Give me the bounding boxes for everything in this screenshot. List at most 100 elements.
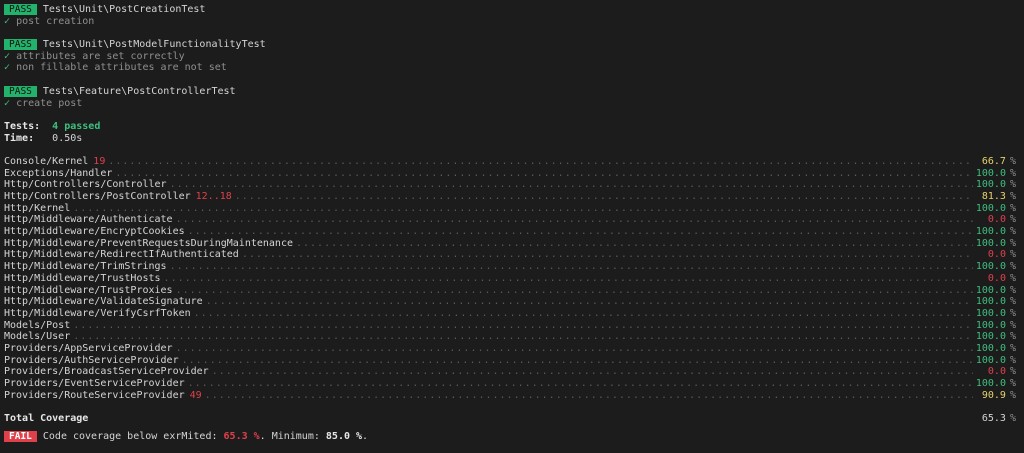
dot-leader xyxy=(170,261,973,273)
coverage-row: Providers/RouteServiceProvider 49 90.9% xyxy=(4,390,1018,402)
dot-leader xyxy=(73,203,973,215)
dot-leader xyxy=(170,179,973,191)
test-case: post creation xyxy=(16,15,95,27)
dot-leader xyxy=(176,343,973,355)
coverage-percent-unit: % xyxy=(1009,284,1016,296)
coverage-percent: 100.0 xyxy=(975,307,1006,319)
uncovered-lines: 12..18 xyxy=(195,191,232,202)
coverage-percent-unit: % xyxy=(1009,272,1016,284)
coverage-percent: 100.0 xyxy=(975,378,1006,389)
failure-middle: . Minimum: xyxy=(259,430,320,442)
test-suite: PASS Tests\Unit\PostModelFunctionalityTes… xyxy=(4,39,1018,74)
total-coverage-pct: 65.3 xyxy=(981,413,1006,425)
coverage-row: Http/Middleware/VerifyCsrfToken 100.0% xyxy=(4,308,1018,320)
dot-leader xyxy=(176,285,973,297)
total-coverage-label: Total Coverage xyxy=(4,413,89,425)
coverage-percent-unit: % xyxy=(1009,237,1016,249)
coverage-row: Exceptions/Handler 100.0% xyxy=(4,168,1018,180)
coverage-percent: 100.0 xyxy=(975,284,1006,296)
coverage-percent-unit: % xyxy=(1009,155,1016,167)
coverage-file-name: Http/Middleware/PreventRequestsDuringMai… xyxy=(4,237,293,249)
coverage-row: Http/Middleware/RedirectIfAuthenticated 0… xyxy=(4,249,1018,261)
coverage-percent: 100.0 xyxy=(975,319,1006,331)
coverage-percent-unit: % xyxy=(1009,296,1016,308)
time-summary: Time: 0.50s xyxy=(4,133,1018,145)
coverage-file-name: Http/Middleware/ValidateSignature xyxy=(4,296,203,308)
coverage-percent-unit: % xyxy=(1009,331,1016,343)
dot-leader xyxy=(296,238,973,250)
dot-leader xyxy=(205,390,973,402)
coverage-percent: 100.0 xyxy=(975,342,1006,354)
coverage-file-name: Http/Middleware/TrustProxies xyxy=(4,284,173,296)
failure-actual: 65.3 % xyxy=(223,430,260,442)
coverage-file-name: Http/Controllers/Controller xyxy=(4,179,167,191)
coverage-file-name: Providers/BroadcastServiceProvider xyxy=(4,366,209,378)
coverage-file-name: Http/Kernel xyxy=(4,202,71,214)
coverage-percent: 100.0 xyxy=(975,296,1006,308)
dot-leader xyxy=(73,320,973,332)
coverage-file-name: Providers/EventServiceProvider xyxy=(4,378,185,389)
coverage-file-name: Http/Middleware/EncryptCookies xyxy=(4,226,185,238)
coverage-failure: FAIL Code coverage below exrMited: 65.3 %… xyxy=(4,431,1018,443)
time-label: Time: xyxy=(4,132,35,144)
coverage-file-name: Exceptions/Handler xyxy=(4,167,113,179)
coverage-row: Providers/AuthServiceProvider 100.0% xyxy=(4,355,1018,367)
test-suite: PASS Tests\Feature\PostControllerTest ✓ c… xyxy=(4,86,1018,109)
test-case: non fillable attributes are not set xyxy=(16,62,227,74)
coverage-percent: 66.7 xyxy=(981,155,1006,167)
coverage-percent: 100.0 xyxy=(975,202,1006,214)
coverage-row: Providers/EventServiceProvider 100.0% xyxy=(4,378,1018,390)
total-coverage: Total Coverage 65.3 % xyxy=(4,413,1018,425)
tests-summary: Tests: 4 passed xyxy=(4,121,1018,133)
suite-name: Tests\Feature\PostControllerTest xyxy=(42,85,236,97)
coverage-percent-unit: % xyxy=(1009,342,1016,354)
coverage-file-name: Providers/AuthServiceProvider xyxy=(4,354,179,366)
coverage-percent: 0.0 xyxy=(987,214,1006,226)
coverage-row: Http/Middleware/TrimStrings 100.0% xyxy=(4,261,1018,273)
coverage-row: Http/Controllers/Controller 100.0% xyxy=(4,179,1018,191)
coverage-percent: 100.0 xyxy=(975,331,1006,343)
coverage-file-name: Http/Middleware/TrimStrings xyxy=(4,261,167,273)
test-suite: PASS Tests\Unit\PostCreationTest ✓ post c… xyxy=(4,4,1018,27)
coverage-file-name: Providers/RouteServiceProvider xyxy=(4,389,185,401)
coverage-percent-unit: % xyxy=(1009,191,1016,202)
dot-leader xyxy=(194,308,973,320)
coverage-percent-unit: % xyxy=(1009,389,1016,401)
coverage-row: Providers/AppServiceProvider 100.0% xyxy=(4,343,1018,355)
coverage-percent-unit: % xyxy=(1009,202,1016,214)
coverage-file-name: Providers/AppServiceProvider xyxy=(4,342,173,354)
coverage-row: Http/Middleware/TrustProxies 100.0% xyxy=(4,285,1018,297)
coverage-percent-unit: % xyxy=(1009,378,1016,389)
coverage-percent-unit: % xyxy=(1009,249,1016,261)
coverage-row: Models/Post 100.0% xyxy=(4,320,1018,332)
coverage-file-name: Http/Controllers/PostController xyxy=(4,191,191,202)
coverage-row: Http/Middleware/EncryptCookies 100.0% xyxy=(4,226,1018,238)
coverage-percent-unit: % xyxy=(1009,366,1016,378)
coverage-percent-unit: % xyxy=(1009,261,1016,273)
coverage-row: Console/Kernel 19 66.7% xyxy=(4,156,1018,168)
coverage-percent-unit: % xyxy=(1009,354,1016,366)
coverage-percent-unit: % xyxy=(1009,179,1016,191)
coverage-row: Http/Middleware/ValidateSignature 100.0% xyxy=(4,296,1018,308)
dot-leader xyxy=(182,355,973,367)
coverage-percent: 100.0 xyxy=(975,167,1006,179)
coverage-percent-unit: % xyxy=(1009,167,1016,179)
pass-badge: PASS xyxy=(4,86,37,98)
coverage-file-name: Console/Kernel xyxy=(4,155,89,167)
dot-leader xyxy=(242,249,973,261)
terminal-output: PASS Tests\Unit\PostCreationTest ✓ post c… xyxy=(4,4,1018,443)
dot-leader xyxy=(212,366,973,378)
coverage-row: Providers/BroadcastServiceProvider 0.0% xyxy=(4,366,1018,378)
coverage-percent: 100.0 xyxy=(975,226,1006,238)
coverage-percent-unit: % xyxy=(1009,307,1016,319)
tests-passed-count: 4 passed xyxy=(52,120,101,132)
coverage-file-name: Models/Post xyxy=(4,319,71,331)
coverage-percent: 100.0 xyxy=(975,354,1006,366)
failure-message: Code coverage below exrMited: xyxy=(42,430,218,442)
dot-leader xyxy=(176,214,973,226)
total-coverage-unit: % xyxy=(1009,413,1016,425)
coverage-list: Console/Kernel 19 66.7% Exceptions/Handler 1… xyxy=(4,156,1018,401)
failure-minimum: 85.0 % xyxy=(325,430,363,442)
coverage-row: Http/Middleware/Authenticate 0.0% xyxy=(4,214,1018,226)
coverage-percent: 0.0 xyxy=(987,366,1006,378)
